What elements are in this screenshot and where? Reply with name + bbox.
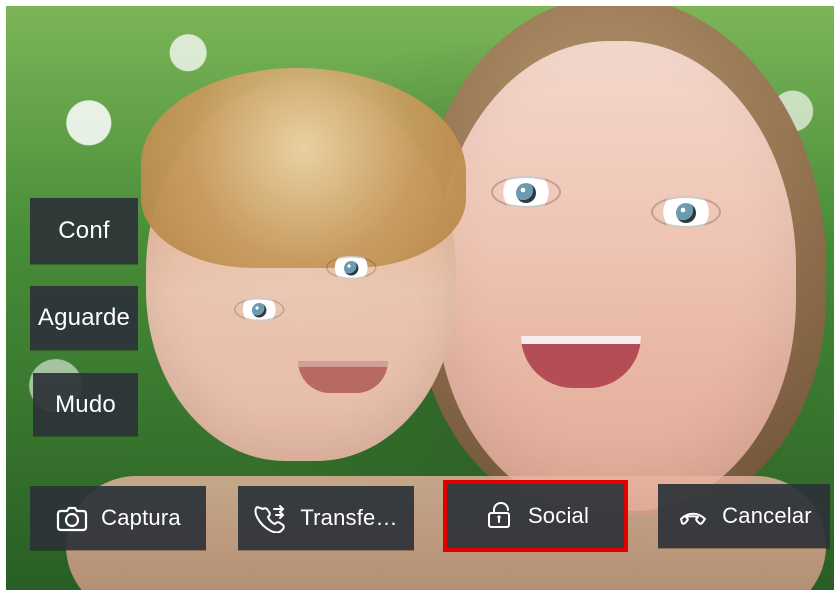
- mudo-label: Mudo: [55, 390, 116, 418]
- conf-label: Conf: [58, 217, 110, 244]
- cancel-button[interactable]: Cancelar: [658, 484, 830, 548]
- phone-transfer-icon: [254, 503, 288, 533]
- social-button[interactable]: Social: [443, 480, 628, 552]
- aguarde-label: Aguarde: [37, 304, 131, 331]
- conf-button[interactable]: Conf: [30, 198, 138, 264]
- capture-button[interactable]: Captura: [30, 486, 206, 550]
- transfer-label: Transfe…: [300, 505, 398, 530]
- woman-right-eye: [651, 196, 721, 228]
- camera-icon: [55, 503, 89, 533]
- cancel-label: Cancelar: [722, 503, 812, 528]
- hangup-icon: [676, 501, 710, 531]
- child-left-eye: [234, 298, 285, 322]
- aguarde-button[interactable]: Aguarde: [30, 286, 138, 350]
- social-label: Social: [527, 503, 590, 528]
- transfer-button[interactable]: Transfe…: [238, 486, 414, 550]
- unlock-icon: [482, 501, 516, 531]
- woman-face: [436, 41, 796, 511]
- video-frame: Conf Aguarde Mudo Captura Transfe… Socia…: [6, 6, 834, 590]
- capture-label: Captura: [101, 505, 181, 530]
- woman-left-eye: [491, 176, 561, 208]
- mudo-button[interactable]: Mudo: [33, 373, 138, 436]
- child-right-eye: [326, 256, 377, 280]
